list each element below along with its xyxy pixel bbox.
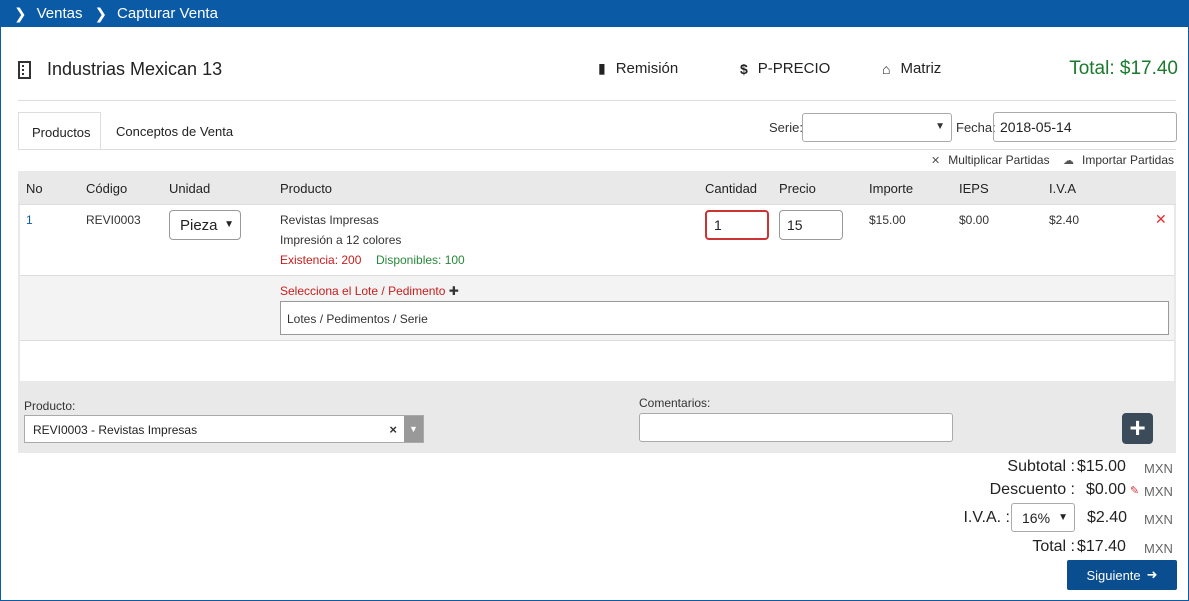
siguiente-button[interactable]: Siguiente ➜ [1067, 560, 1177, 590]
caret-down-icon: ▼ [224, 219, 234, 230]
multiplicar-label: Multiplicar Partidas [948, 153, 1050, 167]
home-icon: ⌂ [882, 60, 891, 77]
caret-down-icon[interactable]: ▼ [404, 416, 423, 442]
table-header: No Código Unidad Producto Cantidad Preci… [18, 171, 1176, 205]
magic-wand-icon: ✚ [448, 284, 459, 298]
chevron-right-icon: ❯ [94, 5, 108, 23]
unidad-value: Pieza [180, 217, 218, 234]
serie-select[interactable]: ▼ [802, 113, 952, 142]
iva-label: I.V.A. : [963, 509, 1010, 526]
row-iva: $2.40 [1049, 213, 1080, 227]
matriz-label: Matriz [900, 60, 942, 77]
dollar-icon: $ [740, 60, 748, 77]
row-producto: Revistas Impresas [280, 213, 379, 227]
company-title: Industrias Mexican 13 [18, 59, 222, 80]
row-importe: $15.00 [869, 213, 906, 227]
clear-icon[interactable]: × [389, 422, 397, 437]
cloud-upload-icon: ☁ [1063, 154, 1074, 167]
table-row: 1 REVI0003 Pieza ▼ Revistas Impresas Imp… [20, 205, 1174, 276]
producto-value: REVI0003 - Revistas Impresas [33, 423, 198, 437]
descuento-currency: MXN [1144, 484, 1173, 499]
precio-input[interactable]: 15 [779, 210, 843, 240]
header-codigo: Código [86, 181, 128, 196]
lote-row: Selecciona el Lote / Pedimento ✚ Lotes /… [20, 276, 1174, 341]
serie-label: Serie: [769, 120, 803, 135]
tab-productos[interactable]: Productos [18, 112, 101, 150]
total-label: Total : [1032, 538, 1075, 555]
caret-down-icon: ▼ [1058, 512, 1068, 523]
products-table: No Código Unidad Producto Cantidad Preci… [18, 171, 1176, 381]
header-no: No [26, 181, 43, 196]
empty-row [20, 341, 1174, 381]
subtotal-currency: MXN [1144, 461, 1173, 476]
multiplicar-partidas-link[interactable]: ✕ Multiplicar Partidas [931, 153, 1050, 167]
iva-value: $2.40 [1087, 509, 1128, 526]
p-precio-label: P-PRECIO [757, 60, 831, 77]
row-ieps: $0.00 [959, 213, 990, 227]
remision-label: Remisión [615, 60, 679, 77]
importar-partidas-link[interactable]: ☁ Importar Partidas [1063, 153, 1174, 167]
producto-select[interactable]: REVI0003 - Revistas Impresas × ▼ [24, 415, 424, 443]
comentarios-label: Comentarios: [639, 396, 711, 410]
page-header: Industrias Mexican 13 ▮ Remisión $ P-PRE… [18, 55, 1178, 85]
arrow-right-icon: ➜ [1146, 567, 1158, 582]
caret-down-icon: ▼ [935, 121, 945, 132]
iva-rate-select[interactable]: 16% ▼ [1011, 503, 1075, 532]
row-codigo: REVI0003 [86, 213, 141, 227]
divider [18, 100, 1176, 101]
breadcrumb-capturar-venta[interactable]: Capturar Venta [117, 5, 218, 22]
descuento-label: Descuento : [989, 481, 1075, 498]
header-cantidad: Cantidad [705, 181, 758, 196]
total-value: $17.40 [1077, 538, 1126, 555]
row-descripcion: Impresión a 12 colores [280, 233, 402, 247]
header-importe: Importe [869, 181, 914, 196]
total-currency: MXN [1144, 541, 1173, 556]
delete-row-icon[interactable]: ✕ [1155, 211, 1167, 228]
header-ieps: IEPS [959, 181, 989, 196]
edit-icon[interactable]: ✎ [1130, 484, 1139, 497]
header-iva: I.V.A [1049, 181, 1076, 196]
product-entry: Producto: REVI0003 - Revistas Impresas ×… [18, 381, 1176, 453]
unidad-select[interactable]: Pieza ▼ [169, 210, 241, 240]
row-existencia: Existencia: 200 [280, 253, 362, 267]
row-no: 1 [26, 213, 33, 227]
tab-divider [18, 149, 1176, 150]
descuento-value: $0.00 [1086, 481, 1127, 498]
matriz-link[interactable]: ⌂ Matriz [882, 60, 941, 77]
header-producto: Producto [280, 181, 333, 196]
iva-rate-value: 16% [1022, 510, 1051, 526]
document-icon: ▮ [598, 60, 606, 76]
close-icon: ✕ [931, 154, 941, 167]
lote-input[interactable]: Lotes / Pedimentos / Serie [280, 301, 1169, 335]
cantidad-input[interactable]: 1 [705, 210, 769, 240]
row-disponibles: Disponibles: 100 [376, 253, 465, 267]
fecha-label: Fecha: [956, 120, 996, 135]
chevron-right-icon: ❯ [14, 5, 27, 23]
siguiente-label: Siguiente [1086, 567, 1141, 583]
p-precio-link[interactable]: $ P-PRECIO [740, 60, 830, 77]
iva-currency: MXN [1144, 512, 1173, 527]
lote-label: Selecciona el Lote / Pedimento ✚ [280, 284, 459, 298]
comentarios-input[interactable] [639, 413, 953, 442]
add-product-button[interactable]: + [1122, 413, 1153, 444]
importar-label: Importar Partidas [1082, 153, 1175, 167]
fecha-input[interactable]: 2018-05-14 [993, 112, 1177, 142]
subtotal-label: Subtotal : [1007, 458, 1075, 475]
header-precio: Precio [779, 181, 816, 196]
company-name: Industrias Mexican 13 [47, 59, 223, 79]
tab-conceptos-de-venta[interactable]: Conceptos de Venta [103, 112, 246, 150]
header-unidad: Unidad [169, 181, 211, 196]
remision-link[interactable]: ▮ Remisión [598, 60, 678, 77]
breadcrumb-ventas[interactable]: Ventas [37, 5, 83, 22]
subtotal-value: $15.00 [1077, 458, 1126, 475]
header-total: Total: $17.40 [1069, 58, 1178, 79]
breadcrumb: ❯ Ventas ❯ Capturar Venta [0, 0, 1189, 27]
producto-label: Producto: [24, 399, 76, 413]
building-icon [18, 60, 31, 79]
